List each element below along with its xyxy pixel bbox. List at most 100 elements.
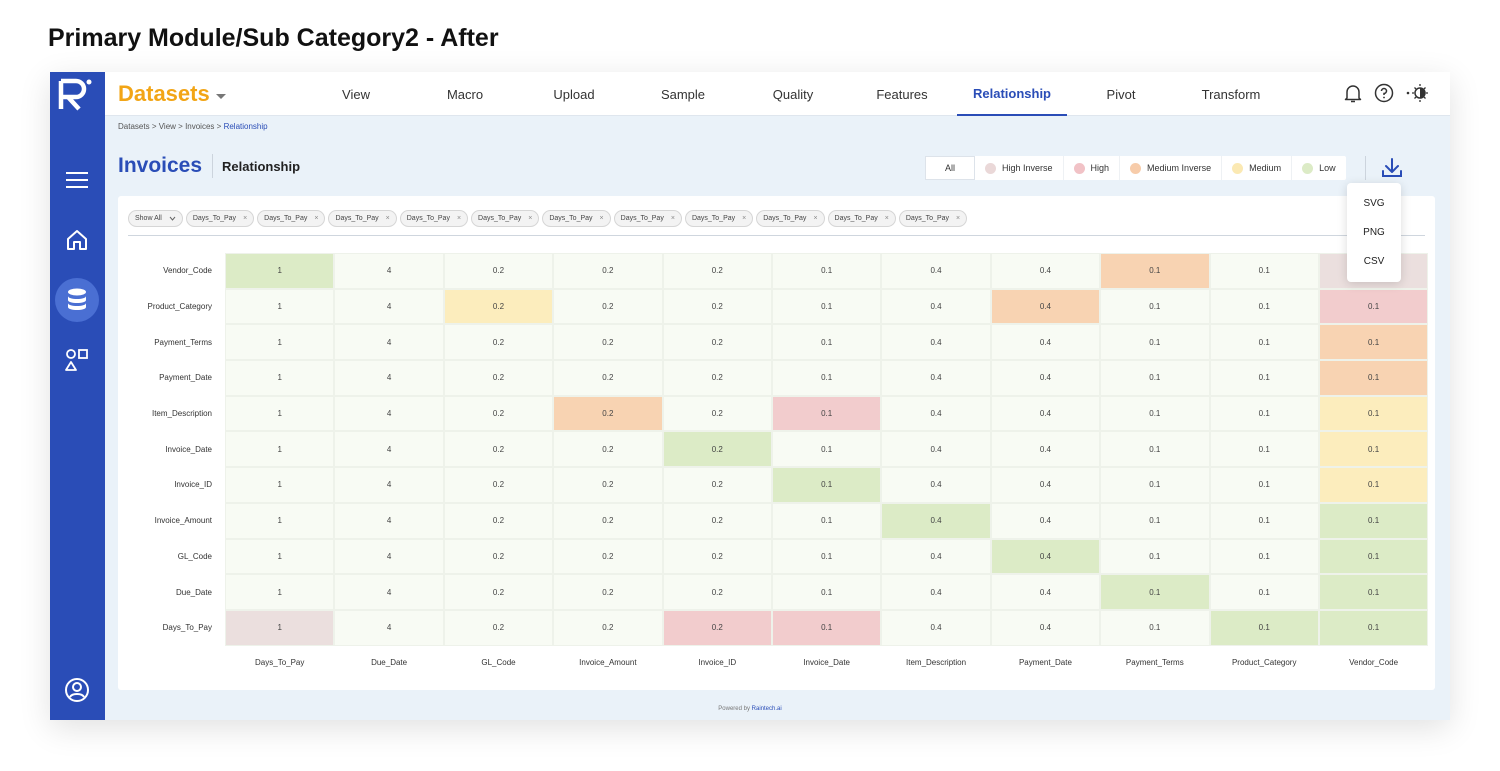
heatmap-cell[interactable]: 0.1 bbox=[1100, 395, 1210, 432]
heatmap-cell[interactable]: 0.1 bbox=[1209, 538, 1319, 575]
filter-chip[interactable]: Days_To_Pay × bbox=[185, 210, 255, 227]
heatmap-cell[interactable]: 0.2 bbox=[553, 467, 663, 503]
heatmap-cell[interactable]: 0.1 bbox=[1209, 324, 1319, 361]
heatmap-cell[interactable]: 0.2 bbox=[443, 253, 554, 289]
help-icon[interactable] bbox=[1374, 83, 1394, 103]
tab-view[interactable]: View bbox=[301, 72, 411, 116]
heatmap-cell[interactable]: 4 bbox=[334, 360, 444, 396]
heatmap-cell[interactable]: 0.4 bbox=[881, 609, 991, 646]
tab-upload[interactable]: Upload bbox=[519, 72, 629, 116]
heatmap-cell[interactable]: 0.2 bbox=[553, 324, 663, 361]
heatmap-cell[interactable]: 1 bbox=[225, 288, 335, 325]
heatmap-cell[interactable]: 0.2 bbox=[443, 538, 554, 575]
heatmap-cell[interactable]: 0.2 bbox=[443, 609, 554, 646]
home-icon[interactable] bbox=[55, 218, 99, 262]
heatmap-cell[interactable]: 0.2 bbox=[662, 395, 772, 432]
heatmap-cell[interactable]: 0.1 bbox=[1100, 253, 1210, 289]
heatmap-cell[interactable]: 1 bbox=[225, 360, 335, 396]
heatmap-cell[interactable]: 0.4 bbox=[990, 431, 1101, 468]
show-all-chip[interactable]: Show All bbox=[128, 210, 183, 227]
heatmap-cell[interactable]: 0.2 bbox=[443, 502, 554, 539]
close-icon[interactable]: × bbox=[671, 215, 675, 222]
heatmap-cell[interactable]: 0.4 bbox=[881, 574, 991, 610]
close-icon[interactable]: × bbox=[386, 215, 390, 222]
heatmap-cell[interactable]: 0.2 bbox=[553, 431, 663, 468]
heatmap-cell[interactable]: 0.1 bbox=[1209, 502, 1319, 539]
heatmap-cell[interactable]: 0.4 bbox=[881, 288, 991, 325]
heatmap-cell[interactable]: 1 bbox=[225, 538, 335, 575]
heatmap-cell[interactable]: 0.4 bbox=[990, 538, 1101, 575]
heatmap-cell[interactable]: 4 bbox=[334, 502, 444, 539]
heatmap-cell[interactable]: 0.1 bbox=[771, 431, 882, 468]
heatmap-cell[interactable]: 0.2 bbox=[662, 288, 772, 325]
heatmap-cell[interactable]: 0.1 bbox=[1209, 431, 1319, 468]
heatmap-cell[interactable]: 1 bbox=[225, 467, 335, 503]
heatmap-cell[interactable]: 0.4 bbox=[881, 360, 991, 396]
close-icon[interactable]: × bbox=[742, 215, 746, 222]
heatmap-cell[interactable]: 0.4 bbox=[990, 360, 1101, 396]
filter-chip[interactable]: Days_To_Pay × bbox=[328, 210, 397, 227]
close-icon[interactable]: × bbox=[457, 215, 461, 222]
filter-chip[interactable]: Days_To_Pay × bbox=[827, 210, 896, 227]
filter-chip[interactable]: Days_To_Pay × bbox=[756, 210, 825, 227]
heatmap-cell[interactable]: 4 bbox=[334, 609, 444, 646]
heatmap-cell[interactable]: 0.1 bbox=[771, 467, 882, 503]
heatmap-cell[interactable]: 0.2 bbox=[662, 360, 772, 396]
heatmap-cell[interactable]: 0.4 bbox=[990, 467, 1101, 503]
heatmap-cell[interactable]: 0.1 bbox=[771, 609, 882, 646]
heatmap-cell[interactable]: 1 bbox=[225, 324, 335, 361]
heatmap-cell[interactable]: 0.4 bbox=[990, 609, 1101, 646]
filter-chip[interactable]: Days_To_Pay × bbox=[542, 210, 611, 227]
heatmap-cell[interactable]: 0.1 bbox=[1100, 431, 1210, 468]
heatmap-cell[interactable]: 0.1 bbox=[1209, 395, 1319, 432]
heatmap-cell[interactable]: 1 bbox=[225, 431, 335, 468]
heatmap-cell[interactable]: 0.4 bbox=[881, 538, 991, 575]
heatmap-cell[interactable]: 0.1 bbox=[1318, 324, 1429, 361]
heatmap-cell[interactable]: 0.1 bbox=[1100, 574, 1210, 610]
heatmap-cell[interactable]: 0.1 bbox=[1209, 574, 1319, 610]
heatmap-cell[interactable]: 0.1 bbox=[1100, 538, 1210, 575]
heatmap-cell[interactable]: 0.1 bbox=[771, 574, 882, 610]
legend-all-button[interactable]: All bbox=[925, 156, 975, 180]
export-svg-option[interactable]: SVG bbox=[1347, 189, 1401, 218]
heatmap-cell[interactable]: 4 bbox=[334, 324, 444, 361]
heatmap-cell[interactable]: 0.1 bbox=[771, 502, 882, 539]
tab-relationship[interactable]: Relationship bbox=[957, 72, 1067, 116]
heatmap-cell[interactable]: 0.2 bbox=[443, 395, 554, 432]
heatmap-cell[interactable]: 0.1 bbox=[1209, 360, 1319, 396]
heatmap-cell[interactable]: 0.2 bbox=[553, 288, 663, 325]
heatmap-cell[interactable]: 0.2 bbox=[553, 538, 663, 575]
heatmap-cell[interactable]: 0.4 bbox=[881, 467, 991, 503]
legend-medium-inverse[interactable]: Medium Inverse bbox=[1120, 156, 1223, 180]
heatmap-cell[interactable]: 0.1 bbox=[1318, 467, 1429, 503]
heatmap-cell[interactable]: 1 bbox=[225, 609, 335, 646]
breadcrumb-view[interactable]: View bbox=[159, 122, 176, 131]
heatmap-cell[interactable]: 4 bbox=[334, 574, 444, 610]
legend-low[interactable]: Low bbox=[1292, 156, 1346, 180]
breadcrumb-invoices[interactable]: Invoices bbox=[185, 122, 214, 131]
heatmap-cell[interactable]: 0.4 bbox=[881, 431, 991, 468]
heatmap-cell[interactable]: 0.2 bbox=[553, 253, 663, 289]
filter-chip[interactable]: Days_To_Pay × bbox=[257, 210, 326, 227]
breadcrumb-datasets[interactable]: Datasets bbox=[118, 122, 150, 131]
heatmap-cell[interactable]: 0.1 bbox=[771, 360, 882, 396]
heatmap-cell[interactable]: 0.2 bbox=[553, 574, 663, 610]
heatmap-cell[interactable]: 0.1 bbox=[771, 324, 882, 361]
filter-chip[interactable]: Days_To_Pay × bbox=[898, 210, 968, 227]
heatmap-cell[interactable]: 0.2 bbox=[443, 324, 554, 361]
filter-chip[interactable]: Days_To_Pay × bbox=[613, 210, 682, 227]
heatmap-cell[interactable]: 0.1 bbox=[771, 395, 882, 432]
legend-high[interactable]: High bbox=[1064, 156, 1121, 180]
heatmap-cell[interactable]: 0.1 bbox=[771, 253, 882, 289]
heatmap-cell[interactable]: 1 bbox=[225, 574, 335, 610]
menu-icon[interactable] bbox=[55, 158, 99, 202]
heatmap-cell[interactable]: 0.2 bbox=[443, 431, 554, 468]
heatmap-cell[interactable]: 0.1 bbox=[1318, 288, 1429, 325]
footer-brand-link[interactable]: Raintech.ai bbox=[752, 706, 782, 712]
datasets-dropdown[interactable]: Datasets bbox=[118, 81, 226, 107]
heatmap-cell[interactable]: 0.1 bbox=[1318, 360, 1429, 396]
tab-features[interactable]: Features bbox=[847, 72, 957, 116]
tab-quality[interactable]: Quality bbox=[738, 72, 848, 116]
heatmap-cell[interactable]: 0.4 bbox=[990, 324, 1101, 361]
heatmap-cell[interactable]: 0.4 bbox=[881, 395, 991, 432]
